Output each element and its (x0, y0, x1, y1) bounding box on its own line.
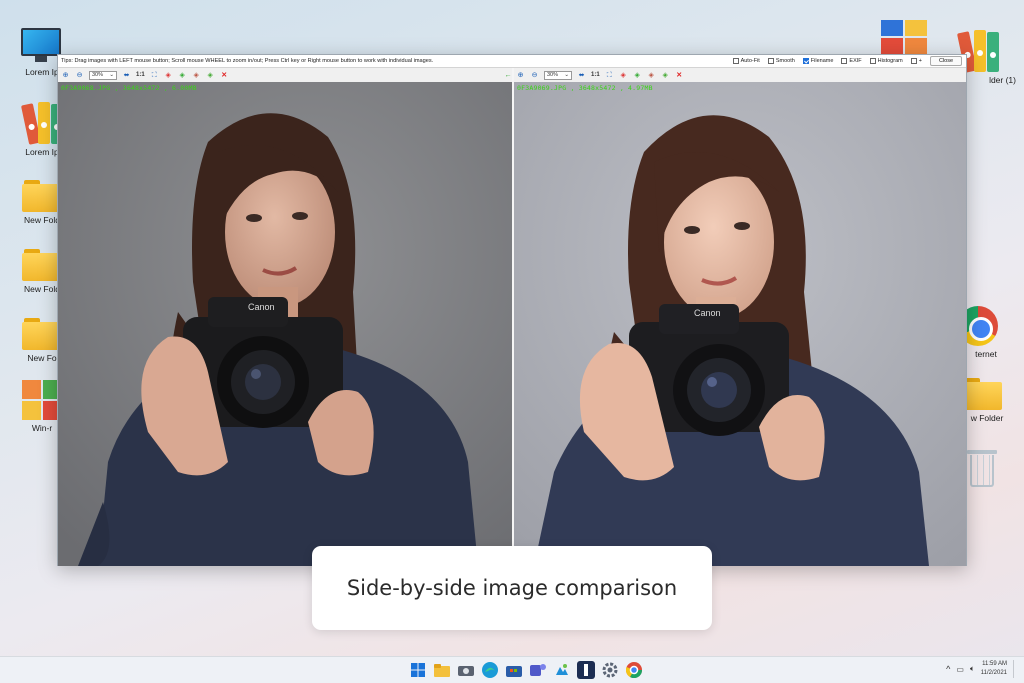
taskbar: ^ ▭ 🔈︎ 11:59 AM 11/2/2021 (0, 656, 1024, 683)
actual-size-button[interactable]: 1:1 (591, 72, 600, 78)
checkbox-checked-icon[interactable] (802, 58, 809, 64)
win-r-icon (22, 380, 62, 420)
folder-icon (962, 378, 1002, 410)
zoom-select[interactable]: 30% ⌄ (89, 70, 117, 80)
rotate-right-icon[interactable]: ◈ (178, 71, 187, 80)
option-label: + (918, 58, 922, 64)
file-explorer-icon[interactable] (433, 661, 451, 679)
zoom-out-icon[interactable]: ⊖ (75, 71, 84, 80)
camera-icon[interactable] (457, 661, 475, 679)
system-tray: ^ ▭ 🔈︎ 11:59 AM 11/2/2021 (946, 660, 1016, 678)
flip-icon[interactable]: ◈ (647, 71, 656, 80)
settings-icon[interactable] (601, 661, 619, 679)
option-exif[interactable]: EXIF (841, 58, 862, 64)
left-image-pane[interactable]: 0F3A9068.JPG , 3648x5472 , 6.00MB Canon (58, 82, 512, 566)
win-r-icon (881, 20, 927, 54)
desktop-icon-win-r[interactable] (866, 20, 942, 54)
checkbox-icon[interactable] (910, 58, 917, 64)
option-label: Auto-Fit (740, 58, 760, 64)
rotate-left-icon[interactable]: ◈ (619, 71, 628, 80)
folder-icon (22, 180, 62, 212)
caption-text: Side-by-side image comparison (346, 576, 678, 600)
rotate-right-icon[interactable]: ◈ (633, 71, 642, 80)
fit-icon[interactable]: ⬌ (577, 71, 586, 80)
zoom-in-icon[interactable]: ⊕ (516, 71, 525, 80)
tips-bar: Tips: Drag images with LEFT mouse button… (58, 55, 966, 68)
zoom-in-icon[interactable]: ⊕ (61, 71, 70, 80)
chrome-icon[interactable] (625, 661, 643, 679)
option-histogram[interactable]: Histogram (869, 58, 903, 64)
taskbar-apps (409, 661, 643, 679)
close-button[interactable]: Close (929, 56, 962, 66)
checkbox-icon[interactable] (869, 58, 876, 64)
chevron-up-icon[interactable]: ^ (946, 664, 950, 674)
store-icon[interactable] (505, 661, 523, 679)
rotate-left-icon[interactable]: ◈ (164, 71, 173, 80)
windows-start-icon[interactable] (409, 661, 427, 679)
checkbox-icon[interactable] (767, 58, 774, 64)
zoom-out-icon[interactable]: ⊖ (530, 71, 539, 80)
file-info-overlay: 0F3A9069.JPG , 3648x5472 , 4.97MB (517, 84, 653, 92)
clock-date: 11/2/2021 (980, 670, 1007, 676)
save-icon[interactable]: ◈ (206, 71, 215, 80)
fullscreen-icon[interactable]: ⛶ (150, 71, 159, 80)
desktop: Lorem Ip Lorem Ip New Fold New Fold New … (0, 0, 1024, 656)
right-image-toolbar: ⊕ ⊖ 30% ⌄ ⬌ 1:1 ⛶ ◈ ◈ ◈ ◈ ✕ (516, 69, 684, 81)
flip-icon[interactable]: ◈ (192, 71, 201, 80)
recycle-bin-icon (967, 448, 997, 488)
tips-text: Tips: Drag images with LEFT mouse button… (61, 58, 434, 64)
checkbox-icon[interactable] (732, 58, 739, 64)
portrait-photo-right: Canon (514, 82, 966, 566)
edge-icon[interactable] (481, 661, 499, 679)
fit-icon[interactable]: ⬌ (122, 71, 131, 80)
actual-size-button[interactable]: 1:1 (136, 72, 145, 78)
clock[interactable]: 11:59 AM 11/2/2021 (981, 660, 1007, 678)
checkbox-icon[interactable] (841, 58, 848, 64)
right-image-pane[interactable]: 0F3A9069.JPG , 3648x5472 , 4.97MB Canon (514, 82, 966, 566)
folder-icon (22, 318, 62, 350)
option-label: Histogram (877, 58, 903, 64)
option-label: EXIF (849, 58, 862, 64)
option-plus[interactable]: + (910, 58, 922, 64)
show-desktop-button[interactable] (1013, 660, 1016, 678)
fullscreen-icon[interactable]: ⛶ (605, 71, 614, 80)
network-icon[interactable]: ▭ (956, 665, 964, 674)
portrait-photo-left: Canon (58, 82, 512, 566)
option-label: Filename (810, 58, 834, 64)
caption-card: Side-by-side image comparison (312, 546, 712, 630)
teams-icon[interactable] (529, 661, 547, 679)
camera-brand-text: Canon (694, 308, 721, 318)
zoom-value: 30% (547, 72, 559, 78)
remove-icon[interactable]: ✕ (675, 71, 684, 80)
clock-time: 11:59 AM (982, 661, 1007, 667)
remove-icon[interactable]: ✕ (220, 71, 229, 80)
compare-app-icon[interactable] (577, 661, 595, 679)
zoom-select[interactable]: 30% ⌄ (544, 70, 572, 80)
chevron-down-icon: ⌄ (109, 72, 114, 78)
option-smooth[interactable]: Smooth (767, 58, 795, 64)
image-compare-window: Tips: Drag images with LEFT mouse button… (57, 54, 967, 566)
folder-icon (22, 249, 62, 281)
file-info-overlay: 0F3A9068.JPG , 3648x5472 , 6.00MB (61, 84, 197, 92)
left-image-toolbar: ⊕ ⊖ 30% ⌄ ⬌ 1:1 ⛶ ◈ ◈ ◈ ◈ ✕ ← (61, 69, 513, 81)
view-options: Auto-Fit Smooth Filename EXIF Histogram … (732, 56, 962, 66)
option-label: Smooth (775, 58, 795, 64)
option-auto-fit[interactable]: Auto-Fit (732, 58, 760, 64)
camera-brand-text: Canon (248, 302, 275, 312)
photos-icon[interactable] (553, 661, 571, 679)
option-filename[interactable]: Filename (802, 58, 834, 64)
save-icon[interactable]: ◈ (661, 71, 670, 80)
volume-icon[interactable]: 🔈︎ (970, 664, 975, 674)
zoom-value: 30% (92, 72, 104, 78)
chevron-down-icon: ⌄ (564, 72, 569, 78)
